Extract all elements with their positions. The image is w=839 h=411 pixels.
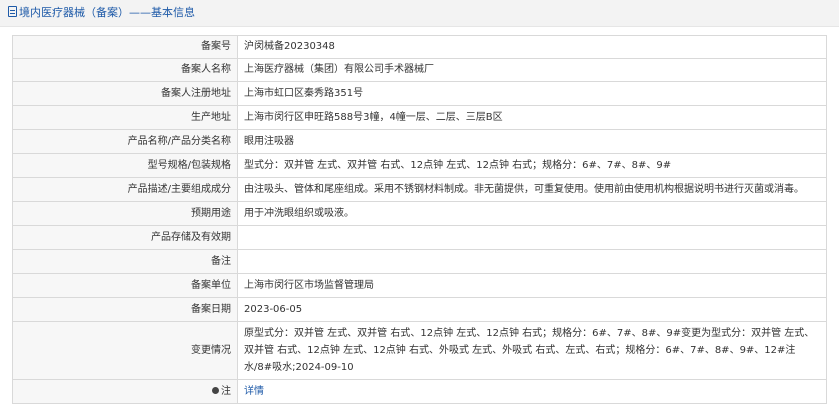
field-label: 备案人注册地址 xyxy=(12,81,238,106)
field-value: 眼用注吸器 xyxy=(237,129,827,154)
note-label-cell: 注 xyxy=(12,379,238,404)
field-label: 备案日期 xyxy=(12,297,238,322)
field-label: 变更情况 xyxy=(12,321,238,380)
table-row: 注 详情 xyxy=(12,379,827,404)
field-label: 型号规格/包装规格 xyxy=(12,153,238,178)
table-row: 生产地址 上海市闵行区申旺路588号3幢，4幢一层、二层、三层B区 xyxy=(12,105,827,130)
field-value: 用于冲洗眼组织或吸液。 xyxy=(237,201,827,226)
field-value: 上海市闵行区市场监督管理局 xyxy=(237,273,827,298)
info-table: 备案号 沪闵械备20230348 备案人名称 上海医疗器械（集团）有限公司手术器… xyxy=(12,35,827,404)
field-label: 产品存储及有效期 xyxy=(12,225,238,250)
detail-link[interactable]: 详情 xyxy=(244,386,264,397)
document-icon xyxy=(8,6,17,17)
table-row: 变更情况 原型式分：双并管 左式、双并管 右式、12点钟 左式、12点钟 右式；… xyxy=(12,321,827,380)
field-label: 生产地址 xyxy=(12,105,238,130)
field-value xyxy=(237,249,827,274)
table-row: 备案号 沪闵械备20230348 xyxy=(12,35,827,59)
table-row: 型号规格/包装规格 型式分：双并管 左式、双并管 右式、12点钟 左式、12点钟… xyxy=(12,153,827,178)
field-label: 备案单位 xyxy=(12,273,238,298)
table-row: 备案人注册地址 上海市虹口区秦秀路351号 xyxy=(12,81,827,106)
table-row: 备注 xyxy=(12,249,827,274)
field-value: 上海医疗器械（集团）有限公司手术器械厂 xyxy=(237,58,827,82)
field-label: 备案人名称 xyxy=(12,58,238,82)
field-label: 备注 xyxy=(12,249,238,274)
field-value xyxy=(237,225,827,250)
field-value: 原型式分：双并管 左式、双并管 右式、12点钟 左式、12点钟 右式；规格分：6… xyxy=(237,321,827,380)
field-value: 由注吸头、管体和尾座组成。采用不锈钢材料制成。非无菌提供，可重复使用。使用前由使… xyxy=(237,177,827,202)
field-value: 型式分：双并管 左式、双并管 右式、12点钟 左式、12点钟 右式；规格分：6#… xyxy=(237,153,827,178)
field-label: 备案号 xyxy=(12,35,238,59)
table-row: 产品描述/主要组成成分 由注吸头、管体和尾座组成。采用不锈钢材料制成。非无菌提供… xyxy=(12,177,827,202)
field-value: 2023-06-05 xyxy=(237,297,827,322)
bulb-icon xyxy=(212,386,219,394)
field-label: 预期用途 xyxy=(12,201,238,226)
page-title: 境内医疗器械（备案）——基本信息 xyxy=(19,6,195,19)
table-row: 预期用途 用于冲洗眼组织或吸液。 xyxy=(12,201,827,226)
page-header: 境内医疗器械（备案）——基本信息 xyxy=(0,0,839,27)
table-row: 产品存储及有效期 xyxy=(12,225,827,250)
table-row: 备案人名称 上海医疗器械（集团）有限公司手术器械厂 xyxy=(12,58,827,82)
field-value: 上海市闵行区申旺路588号3幢，4幢一层、二层、三层B区 xyxy=(237,105,827,130)
field-label: 产品名称/产品分类名称 xyxy=(12,129,238,154)
table-row: 备案单位 上海市闵行区市场监督管理局 xyxy=(12,273,827,298)
field-value: 沪闵械备20230348 xyxy=(237,35,827,59)
field-value: 上海市虹口区秦秀路351号 xyxy=(237,81,827,106)
table-row: 产品名称/产品分类名称 眼用注吸器 xyxy=(12,129,827,154)
field-label: 产品描述/主要组成成分 xyxy=(12,177,238,202)
table-row: 备案日期 2023-06-05 xyxy=(12,297,827,322)
note-value: 详情 xyxy=(237,379,827,404)
note-label: 注 xyxy=(221,385,231,397)
